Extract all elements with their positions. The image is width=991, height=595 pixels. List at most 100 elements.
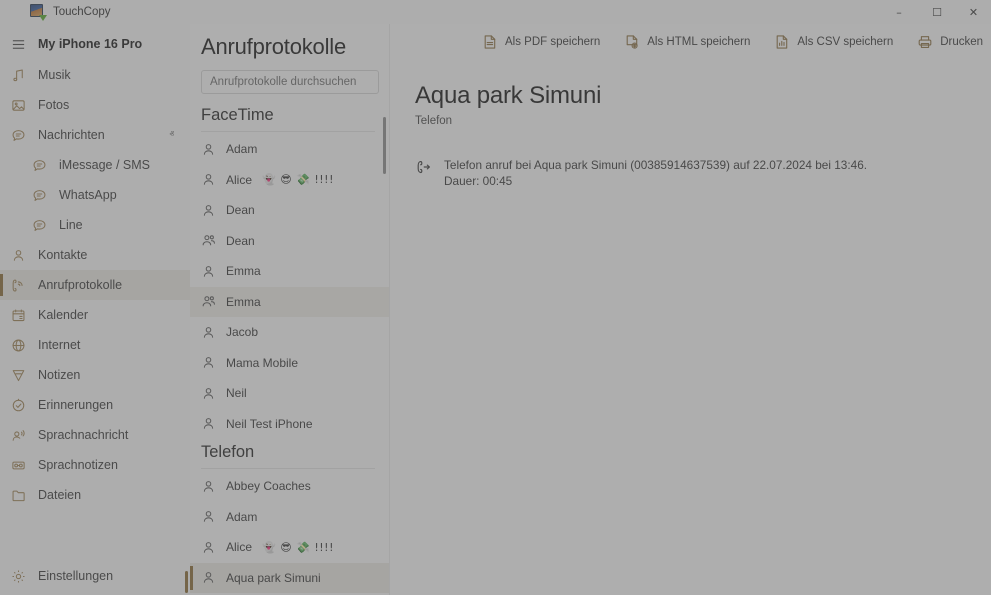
minimize-button[interactable]: – (880, 0, 918, 24)
hamburger-menu-icon[interactable] (10, 36, 26, 52)
list-item[interactable]: Neil Test iPhone (190, 409, 389, 440)
list-item[interactable]: Dean (190, 226, 389, 257)
outgoing-call-icon (415, 159, 433, 177)
save-csv-icon (774, 34, 790, 50)
chevron-up-icon[interactable]: ⱏ (170, 130, 174, 140)
sidebar-item-label: Notizen (38, 368, 80, 382)
toolbar-button-label: Als CSV speichern (797, 36, 893, 48)
reminders-icon (10, 397, 26, 413)
sidebar-scroll-indicator[interactable] (185, 571, 188, 593)
title-bar: TouchCopy – ☐ ✕ (0, 0, 991, 24)
save-csv-button[interactable]: Als CSV speichern (762, 27, 905, 57)
save-html-icon (624, 34, 640, 50)
list-item[interactable]: Jacob (190, 317, 389, 348)
list-item[interactable]: Adam (190, 134, 389, 165)
maximize-button[interactable]: ☐ (918, 0, 956, 24)
call-detail-pane: Aqua park Simuni Telefon Telefon anr (390, 60, 991, 189)
sidebar-item-label: Fotos (38, 98, 69, 112)
list-item[interactable]: Emma (190, 256, 389, 287)
sidebar-item-anrufprotokolle[interactable]: Anrufprotokolle (0, 270, 190, 300)
list-item-label: Emma (226, 295, 261, 309)
sidebar-item-label: Einstellungen (38, 569, 113, 583)
list-item-label: Neil (226, 386, 247, 400)
sidebar-item-label: Nachrichten (38, 128, 105, 142)
sidebar-item-list: Musik Fotos Nachrichten ⱏ iMessage / SMS What… (0, 60, 190, 510)
sidebar-device-label: My iPhone 16 Pro (38, 37, 142, 51)
person-icon (201, 509, 216, 524)
message-bubble-icon (31, 187, 47, 203)
sidebar-item-erinnerungen[interactable]: Erinnerungen (0, 390, 190, 420)
app-brand: TouchCopy (0, 4, 111, 20)
window-controls: – ☐ ✕ (880, 0, 991, 24)
voice-memo-icon (10, 457, 26, 473)
list-panel-title: Anrufprotokolle (190, 24, 389, 68)
content-area: Als PDF speichern Als HTML speichern Als C… (390, 24, 991, 595)
sidebar-item-imessage-sms[interactable]: iMessage / SMS (0, 150, 190, 180)
list-item[interactable]: Aqua park Simuni (190, 563, 389, 594)
save-html-button[interactable]: Als HTML speichern (612, 27, 762, 57)
list-item[interactable]: Abbey Coaches (190, 471, 389, 502)
sidebar-item-fotos[interactable]: Fotos (0, 90, 190, 120)
printer-button[interactable]: Drucken (905, 27, 991, 57)
save-pdf-button[interactable]: Als PDF speichern (470, 27, 612, 57)
sidebar-item-sprachnotizen[interactable]: Sprachnotizen (0, 450, 190, 480)
sidebar-item-whatsapp[interactable]: WhatsApp (0, 180, 190, 210)
call-entry-line-2: Dauer: 00:45 (444, 174, 867, 190)
list-item-label: Emma (226, 264, 261, 278)
sidebar-device-header[interactable]: My iPhone 16 Pro (0, 28, 190, 60)
list-item-emoji: 👻 😎 💸 !!!! (262, 541, 334, 554)
sidebar-item-notizen[interactable]: Notizen (0, 360, 190, 390)
sidebar-item-label: Erinnerungen (38, 398, 113, 412)
sidebar-item-label: iMessage / SMS (59, 158, 150, 172)
sidebar-item-sprachnachricht[interactable]: Sprachnachricht (0, 420, 190, 450)
sidebar-item-label: Sprachnotizen (38, 458, 118, 472)
main-shell: My iPhone 16 Pro Musik Fotos Nachrichten ⱏ i… (0, 24, 991, 595)
list-item[interactable]: Neil (190, 378, 389, 409)
list-item[interactable]: Mama Mobile (190, 348, 389, 379)
sidebar-item-label: Dateien (38, 488, 81, 502)
sidebar-item-label: Anrufprotokolle (38, 278, 122, 292)
person-icon (201, 355, 216, 370)
person-icon (10, 247, 26, 263)
call-entry-line-1: Telefon anruf bei Aqua park Simuni (0038… (444, 158, 867, 174)
sidebar-item-label: Kalender (38, 308, 88, 322)
sidebar-item-einstellungen[interactable]: Einstellungen (0, 561, 190, 591)
printer-icon (917, 34, 933, 50)
list-item[interactable]: Alice 👻 😎 💸 !!!! (190, 532, 389, 563)
sidebar-item-internet[interactable]: Internet (0, 330, 190, 360)
list-item-label: Abbey Coaches (226, 479, 311, 493)
detail-subtitle: Telefon (415, 115, 991, 127)
message-bubble-icon (31, 217, 47, 233)
list-item-label: Alice (226, 540, 252, 554)
close-button[interactable]: ✕ (956, 0, 991, 24)
sidebar-item-dateien[interactable]: Dateien (0, 480, 190, 510)
list-item[interactable]: Dean (190, 195, 389, 226)
list-item[interactable]: Alice👻 😎 💸 !!!! (190, 165, 389, 196)
list-item-label: Adam (226, 510, 257, 524)
list-item[interactable]: Adam (190, 502, 389, 533)
application-window: TouchCopy – ☐ ✕ My iPhone 16 Pro Musik Fo… (0, 0, 991, 595)
music-note-icon (10, 67, 26, 83)
person-icon (201, 172, 216, 187)
list-item[interactable]: Emma (190, 287, 389, 318)
notes-icon (10, 367, 26, 383)
list-scrollbar-thumb[interactable] (383, 117, 386, 174)
sidebar-item-nachrichten[interactable]: Nachrichten ⱏ (0, 120, 190, 150)
calendar-icon (10, 307, 26, 323)
person-icon (201, 142, 216, 157)
list-item-label: Alice (226, 173, 252, 187)
sidebar-item-line[interactable]: Line (0, 210, 190, 240)
list-group-header: Telefon (190, 439, 389, 466)
message-bubble-icon (31, 157, 47, 173)
sidebar: My iPhone 16 Pro Musik Fotos Nachrichten ⱏ i… (0, 24, 190, 595)
sidebar-item-musik[interactable]: Musik (0, 60, 190, 90)
globe-icon (10, 337, 26, 353)
sidebar-item-kontakte[interactable]: Kontakte (0, 240, 190, 270)
person-icon (201, 203, 216, 218)
person-icon (201, 386, 216, 401)
sidebar-item-label: Sprachnachricht (38, 428, 128, 442)
toolbar-button-label: Als HTML speichern (647, 36, 750, 48)
search-input[interactable] (201, 70, 379, 94)
list-item-label: Neil Test iPhone (226, 417, 313, 431)
sidebar-item-kalender[interactable]: Kalender (0, 300, 190, 330)
